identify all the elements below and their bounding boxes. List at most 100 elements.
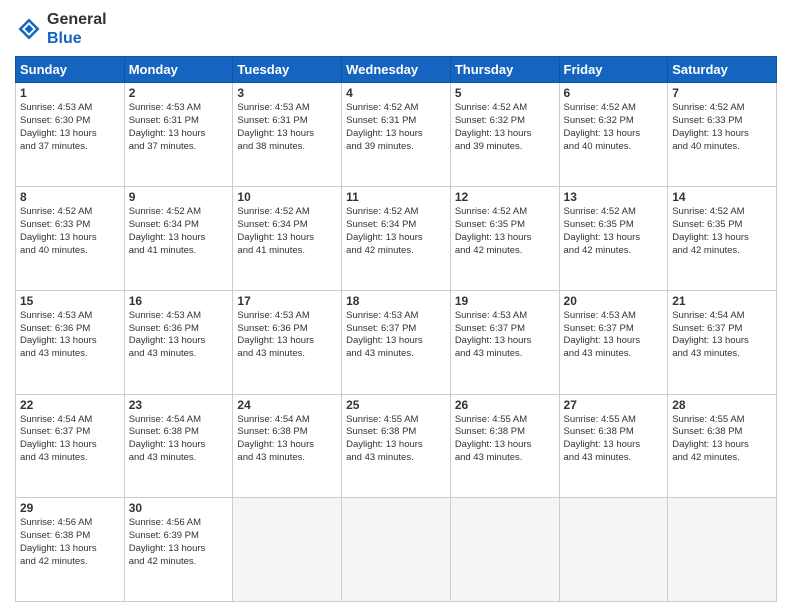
weekday-header-thursday: Thursday: [450, 57, 559, 83]
cell-info: Sunrise: 4:55 AM Sunset: 6:38 PM Dayligh…: [564, 414, 664, 465]
calendar-cell: [668, 498, 777, 602]
day-number: 6: [564, 86, 664, 100]
calendar-cell: 9Sunrise: 4:52 AM Sunset: 6:34 PM Daylig…: [124, 187, 233, 291]
day-number: 30: [129, 501, 229, 515]
cell-info: Sunrise: 4:52 AM Sunset: 6:35 PM Dayligh…: [564, 206, 664, 257]
cell-info: Sunrise: 4:55 AM Sunset: 6:38 PM Dayligh…: [346, 414, 446, 465]
calendar-cell: 27 Sunrise: 4:55 AM Sunset: 6:38 PM Dayli…: [559, 394, 668, 498]
calendar-cell: 20 Sunrise: 4:53 AM Sunset: 6:37 PM Dayli…: [559, 290, 668, 394]
cell-info: Sunrise: 4:54 AM Sunset: 6:37 PM Dayligh…: [20, 414, 120, 465]
day-number: 29: [20, 501, 120, 515]
weekday-header-friday: Friday: [559, 57, 668, 83]
cell-info: Sunrise: 4:55 AM Sunset: 6:38 PM Dayligh…: [455, 414, 555, 465]
weekday-header-monday: Monday: [124, 57, 233, 83]
cell-info: Sunrise: 4:54 AM Sunset: 6:38 PM Dayligh…: [129, 414, 229, 465]
calendar-cell: 30 Sunrise: 4:56 AM Sunset: 6:39 PM Dayli…: [124, 498, 233, 602]
day-number: 23: [129, 398, 229, 412]
cell-info: Sunrise: 4:56 AM Sunset: 6:39 PM Dayligh…: [129, 517, 229, 568]
calendar-cell: 23 Sunrise: 4:54 AM Sunset: 6:38 PM Dayli…: [124, 394, 233, 498]
cell-info: Sunrise: 4:53 AM Sunset: 6:31 PM Dayligh…: [129, 102, 229, 153]
day-number: 12: [455, 190, 555, 204]
cell-info: Sunrise: 4:56 AM Sunset: 6:38 PM Dayligh…: [20, 517, 120, 568]
cell-info: Sunrise: 4:53 AM Sunset: 6:37 PM Dayligh…: [564, 310, 664, 361]
calendar-cell: 22 Sunrise: 4:54 AM Sunset: 6:37 PM Dayli…: [16, 394, 125, 498]
calendar-cell: 4 Sunrise: 4:52 AM Sunset: 6:31 PM Daylig…: [342, 83, 451, 187]
calendar-cell: 25 Sunrise: 4:55 AM Sunset: 6:38 PM Dayli…: [342, 394, 451, 498]
day-number: 15: [20, 294, 120, 308]
day-number: 13: [564, 190, 664, 204]
calendar-cell: 14 Sunrise: 4:52 AM Sunset: 6:35 PM Dayli…: [668, 187, 777, 291]
day-number: 3: [237, 86, 337, 100]
day-number: 11: [346, 190, 446, 204]
calendar-cell: 10Sunrise: 4:52 AM Sunset: 6:34 PM Dayli…: [233, 187, 342, 291]
cell-info: Sunrise: 4:52 AM Sunset: 6:33 PM Dayligh…: [672, 102, 772, 153]
calendar-cell: 15 Sunrise: 4:53 AM Sunset: 6:36 PM Dayli…: [16, 290, 125, 394]
day-number: 26: [455, 398, 555, 412]
cell-info: Sunrise: 4:55 AM Sunset: 6:38 PM Dayligh…: [672, 414, 772, 465]
calendar-week-2: 15 Sunrise: 4:53 AM Sunset: 6:36 PM Dayli…: [16, 290, 777, 394]
logo: General Blue: [15, 10, 107, 48]
cell-info: Sunrise: 4:52 AM Sunset: 6:32 PM Dayligh…: [564, 102, 664, 153]
header: General Blue: [15, 10, 777, 48]
logo-text: General Blue: [47, 10, 107, 48]
calendar-body: 1 Sunrise: 4:53 AM Sunset: 6:30 PM Daylig…: [16, 83, 777, 602]
cell-info: Sunrise: 4:53 AM Sunset: 6:36 PM Dayligh…: [237, 310, 337, 361]
cell-info: Sunrise: 4:53 AM Sunset: 6:31 PM Dayligh…: [237, 102, 337, 153]
cell-info: Sunrise: 4:52 AM Sunset: 6:31 PM Dayligh…: [346, 102, 446, 153]
calendar-cell: 28 Sunrise: 4:55 AM Sunset: 6:38 PM Dayli…: [668, 394, 777, 498]
calendar-header-row: SundayMondayTuesdayWednesdayThursdayFrid…: [16, 57, 777, 83]
day-number: 14: [672, 190, 772, 204]
day-number: 2: [129, 86, 229, 100]
cell-info: Sunrise: 4:52 AM Sunset: 6:33 PM Dayligh…: [20, 206, 120, 257]
cell-info: Sunrise: 4:52 AM Sunset: 6:34 PM Dayligh…: [346, 206, 446, 257]
logo-icon: [15, 15, 43, 43]
weekday-header-sunday: Sunday: [16, 57, 125, 83]
calendar-cell: 2 Sunrise: 4:53 AM Sunset: 6:31 PM Daylig…: [124, 83, 233, 187]
calendar-cell: 8 Sunrise: 4:52 AM Sunset: 6:33 PM Daylig…: [16, 187, 125, 291]
calendar-cell: 11 Sunrise: 4:52 AM Sunset: 6:34 PM Dayli…: [342, 187, 451, 291]
weekday-header-saturday: Saturday: [668, 57, 777, 83]
day-number: 16: [129, 294, 229, 308]
cell-info: Sunrise: 4:53 AM Sunset: 6:37 PM Dayligh…: [346, 310, 446, 361]
calendar-week-1: 8 Sunrise: 4:52 AM Sunset: 6:33 PM Daylig…: [16, 187, 777, 291]
day-number: 5: [455, 86, 555, 100]
calendar-cell: 17 Sunrise: 4:53 AM Sunset: 6:36 PM Dayli…: [233, 290, 342, 394]
calendar-cell: 21Sunrise: 4:54 AM Sunset: 6:37 PM Dayli…: [668, 290, 777, 394]
calendar-cell: 24 Sunrise: 4:54 AM Sunset: 6:38 PM Dayli…: [233, 394, 342, 498]
cell-info: Sunrise: 4:53 AM Sunset: 6:36 PM Dayligh…: [129, 310, 229, 361]
calendar-cell: 6 Sunrise: 4:52 AM Sunset: 6:32 PM Daylig…: [559, 83, 668, 187]
day-number: 19: [455, 294, 555, 308]
cell-info: Sunrise: 4:54 AM Sunset: 6:38 PM Dayligh…: [237, 414, 337, 465]
calendar-cell: 13 Sunrise: 4:52 AM Sunset: 6:35 PM Dayli…: [559, 187, 668, 291]
day-number: 22: [20, 398, 120, 412]
day-number: 1: [20, 86, 120, 100]
day-number: 8: [20, 190, 120, 204]
day-number: 25: [346, 398, 446, 412]
cell-info: Sunrise: 4:52 AM Sunset: 6:35 PM Dayligh…: [672, 206, 772, 257]
cell-info: Sunrise: 4:53 AM Sunset: 6:36 PM Dayligh…: [20, 310, 120, 361]
calendar-cell: [559, 498, 668, 602]
calendar-cell: 19 Sunrise: 4:53 AM Sunset: 6:37 PM Dayli…: [450, 290, 559, 394]
calendar-week-0: 1 Sunrise: 4:53 AM Sunset: 6:30 PM Daylig…: [16, 83, 777, 187]
calendar-cell: [233, 498, 342, 602]
calendar-cell: 12 Sunrise: 4:52 AM Sunset: 6:35 PM Dayli…: [450, 187, 559, 291]
day-number: 18: [346, 294, 446, 308]
day-number: 20: [564, 294, 664, 308]
weekday-header-tuesday: Tuesday: [233, 57, 342, 83]
calendar-cell: 1 Sunrise: 4:53 AM Sunset: 6:30 PM Daylig…: [16, 83, 125, 187]
calendar-week-4: 29 Sunrise: 4:56 AM Sunset: 6:38 PM Dayli…: [16, 498, 777, 602]
cell-info: Sunrise: 4:53 AM Sunset: 6:37 PM Dayligh…: [455, 310, 555, 361]
day-number: 17: [237, 294, 337, 308]
calendar-week-3: 22 Sunrise: 4:54 AM Sunset: 6:37 PM Dayli…: [16, 394, 777, 498]
cell-info: Sunrise: 4:52 AM Sunset: 6:34 PM Dayligh…: [237, 206, 337, 257]
day-number: 21: [672, 294, 772, 308]
cell-info: Sunrise: 4:53 AM Sunset: 6:30 PM Dayligh…: [20, 102, 120, 153]
cell-info: Sunrise: 4:52 AM Sunset: 6:35 PM Dayligh…: [455, 206, 555, 257]
day-number: 4: [346, 86, 446, 100]
day-number: 24: [237, 398, 337, 412]
calendar-cell: 5 Sunrise: 4:52 AM Sunset: 6:32 PM Daylig…: [450, 83, 559, 187]
cell-info: Sunrise: 4:52 AM Sunset: 6:32 PM Dayligh…: [455, 102, 555, 153]
day-number: 27: [564, 398, 664, 412]
day-number: 28: [672, 398, 772, 412]
calendar-cell: [450, 498, 559, 602]
